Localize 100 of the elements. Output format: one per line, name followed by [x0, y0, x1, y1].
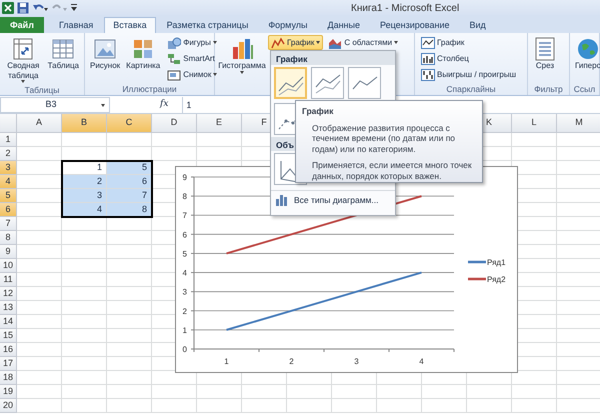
ribbon-tab[interactable]: Рецензирование	[371, 17, 458, 33]
screenshot-icon	[167, 68, 182, 82]
cell-value: 3	[62, 189, 107, 203]
row-header[interactable]: 9	[0, 245, 17, 259]
ribbon-button[interactable]: Таблица	[46, 35, 81, 85]
row-header[interactable]: 12	[0, 287, 17, 301]
name-box[interactable]: B3	[0, 97, 110, 113]
chart-thumbnail[interactable]	[311, 67, 344, 99]
row-header[interactable]: 5	[0, 189, 17, 203]
axis-label: 2	[182, 306, 187, 316]
window-title: Книга1 - Microsoft Excel	[351, 2, 460, 16]
legend-label: Ряд2	[487, 275, 506, 284]
globe-icon	[576, 37, 600, 61]
axis-label: 7	[182, 211, 187, 220]
row-header[interactable]: 7	[0, 217, 17, 231]
axis-label: 6	[182, 230, 187, 240]
win-loss-icon	[421, 68, 435, 82]
ribbon-tab[interactable]: Вид	[460, 17, 495, 33]
column-sparkline-icon	[421, 52, 435, 66]
row-header[interactable]: 1	[0, 133, 17, 147]
cell-value: 7	[107, 189, 152, 203]
ribbon-button[interactable]: Картинка	[124, 35, 162, 84]
ribbon-button[interactable]: Гистограмма	[218, 35, 266, 84]
ribbon-button[interactable]: Выигрыш / проигрыш	[418, 67, 519, 82]
axis-label: 0	[182, 345, 187, 354]
axis-label: 9	[182, 173, 187, 182]
picture-icon	[93, 37, 118, 61]
column-header[interactable]: B	[62, 114, 107, 133]
axis-label: 2	[289, 357, 294, 366]
row-header[interactable]: 14	[0, 315, 17, 329]
column-chart-icon	[230, 37, 254, 61]
axis-label: 3	[354, 357, 359, 366]
axis-label: 8	[182, 192, 187, 202]
ribbon-tab[interactable]: Данные	[318, 17, 369, 33]
save-icon[interactable]	[17, 2, 29, 14]
column-header[interactable]: E	[197, 114, 242, 133]
group-label: Иллюстрации	[121, 84, 178, 95]
column-header[interactable]: C	[107, 114, 152, 133]
smartart-icon	[167, 52, 182, 66]
row-header[interactable]: 13	[0, 301, 17, 315]
row-header[interactable]: 17	[0, 357, 17, 371]
ribbon-tab[interactable]: Главная	[50, 17, 102, 33]
ribbon-button[interactable]: Снимок	[164, 67, 220, 82]
file-tab[interactable]: Файл	[0, 17, 44, 33]
caret-icon	[101, 104, 105, 106]
legend-key	[468, 278, 486, 280]
cell-value: 5	[107, 161, 152, 175]
group-label: Таблицы	[24, 85, 60, 96]
section-header: График	[271, 51, 395, 65]
cell-value: 8	[107, 203, 152, 217]
ribbon-tab[interactable]: Разметка страницы	[158, 17, 258, 33]
column-header[interactable]: M	[557, 114, 600, 133]
ribbon-button[interactable]: Гиперс	[573, 35, 600, 84]
row-header[interactable]: 20	[0, 399, 17, 413]
axis-label: 1	[224, 357, 229, 366]
row-header[interactable]: 11	[0, 273, 17, 287]
ribbon-button[interactable]: График	[418, 35, 519, 50]
ribbon-tab[interactable]: Формулы	[259, 17, 316, 33]
ribbon-button[interactable]: Фигуры	[164, 35, 220, 50]
group-label: Спарклайны	[445, 84, 497, 95]
column-header[interactable]: D	[152, 114, 197, 133]
ribbon-button[interactable]: График	[268, 35, 324, 50]
ribbon-button[interactable]: Столбец	[418, 51, 519, 66]
app-icon[interactable]	[2, 2, 14, 14]
table-icon	[51, 37, 76, 61]
shapes-icon	[167, 36, 182, 50]
column-header[interactable]: L	[512, 114, 557, 133]
ribbon-button[interactable]: SmartArt	[164, 51, 220, 66]
cell-value: 2	[62, 175, 107, 189]
column-chart-icon	[275, 194, 289, 206]
row-header[interactable]: 8	[0, 231, 17, 245]
row-header[interactable]: 16	[0, 343, 17, 357]
slicer-icon	[533, 37, 557, 61]
menu-item[interactable]: Все типы диаграмм...	[271, 190, 395, 210]
axis-label: 1	[182, 326, 187, 335]
cell-value: 4	[62, 203, 107, 217]
row-header[interactable]: 6	[0, 203, 17, 217]
ribbon-tab[interactable]: Вставка	[104, 17, 156, 33]
ribbon-button[interactable]: Сводная таблица	[3, 35, 44, 85]
axis-label: 3	[182, 288, 187, 297]
group-label: Фильтр	[533, 84, 564, 95]
sparkline-icon	[421, 36, 435, 50]
legend-key	[468, 260, 486, 264]
column-header[interactable]: A	[17, 114, 62, 133]
ribbon-button[interactable]: Рисунок	[88, 35, 122, 84]
chart-thumbnail[interactable]	[274, 67, 307, 99]
cell-value: 6	[107, 175, 152, 189]
row-header[interactable]: 3	[0, 161, 17, 175]
row-header[interactable]: 2	[0, 147, 17, 161]
row-header[interactable]: 10	[0, 259, 17, 273]
row-header[interactable]: 15	[0, 329, 17, 343]
row-header[interactable]: 19	[0, 385, 17, 399]
ribbon-button[interactable]: Срез	[531, 35, 559, 84]
chart-thumbnail[interactable]	[348, 67, 381, 99]
line-chart-icon	[271, 36, 285, 50]
axis-label: 4	[182, 268, 187, 278]
function-button[interactable]: fx	[160, 98, 168, 112]
row-header[interactable]: 18	[0, 371, 17, 385]
row-header[interactable]: 4	[0, 175, 17, 189]
ribbon-button[interactable]: С областями	[325, 35, 402, 50]
